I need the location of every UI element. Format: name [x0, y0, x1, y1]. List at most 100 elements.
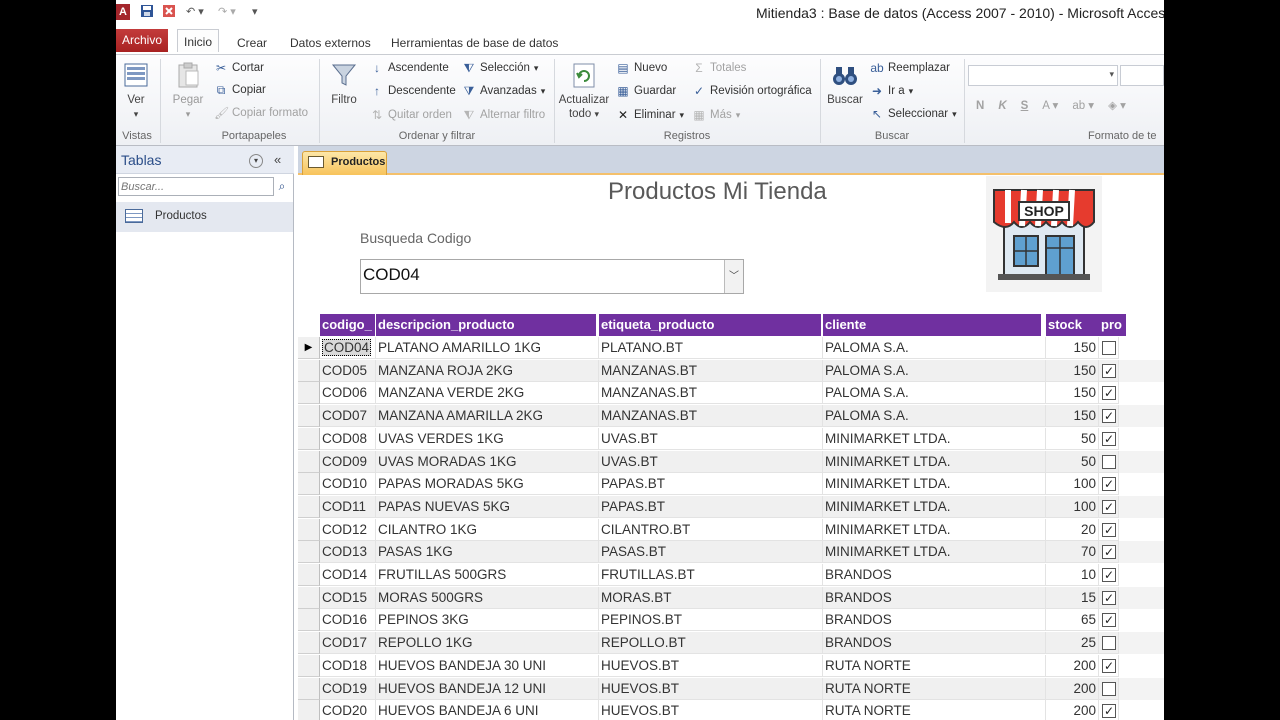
- table-row[interactable]: COD10 PAPAS MORADAS 5KG PAPAS.BT MINIMARKET…: [298, 473, 1164, 496]
- pro-checkbox[interactable]: [1102, 341, 1116, 355]
- font-family-select[interactable]: ▾: [968, 65, 1118, 86]
- cell-etiqueta[interactable]: PAPAS.BT: [599, 495, 823, 518]
- revision-button[interactable]: ✓ Revisión ortográfica: [692, 83, 812, 99]
- record-selector[interactable]: ▶: [298, 337, 320, 359]
- header-descripcion[interactable]: descripcion_producto: [376, 314, 596, 336]
- copiar-button[interactable]: ⧉ Copiar: [214, 82, 266, 98]
- table-row[interactable]: COD09 UVAS MORADAS 1KG UVAS.BT MINIMARKET L…: [298, 450, 1164, 474]
- cell-descripcion[interactable]: MANZANA ROJA 2KG: [376, 359, 599, 382]
- cell-cliente[interactable]: RUTA NORTE: [823, 677, 1046, 700]
- table-row[interactable]: COD15 MORAS 500GRS MORAS.BT BRANDOS 15 ✓: [298, 586, 1164, 610]
- save-icon[interactable]: [140, 4, 154, 20]
- tab-inicio[interactable]: Inicio: [177, 29, 220, 52]
- fill-color-icon[interactable]: ◈ ▾: [1108, 98, 1126, 114]
- close-database-icon[interactable]: [162, 4, 176, 20]
- pro-checkbox[interactable]: [1102, 636, 1116, 651]
- cell-codigo[interactable]: COD07: [320, 405, 376, 428]
- pro-checkbox[interactable]: ✓: [1102, 590, 1116, 605]
- cell-descripcion[interactable]: HUEVOS BANDEJA 6 UNI: [376, 700, 599, 720]
- cell-cliente[interactable]: MINIMARKET LTDA.: [823, 495, 1046, 518]
- cell-etiqueta[interactable]: PASAS.BT: [599, 541, 823, 564]
- cell-etiqueta[interactable]: MANZANAS.BT: [599, 359, 823, 382]
- cell-codigo[interactable]: COD15: [320, 586, 376, 609]
- cell-cliente[interactable]: MINIMARKET LTDA.: [823, 541, 1046, 564]
- cell-cliente[interactable]: BRANDOS: [823, 632, 1046, 655]
- cell-cliente[interactable]: RUTA NORTE: [823, 700, 1046, 720]
- cell-etiqueta[interactable]: CILANTRO.BT: [599, 518, 823, 541]
- cell-etiqueta[interactable]: MANZANAS.BT: [599, 382, 823, 405]
- bold-icon[interactable]: N: [976, 98, 984, 114]
- italic-icon[interactable]: K: [998, 98, 1006, 114]
- cell-codigo[interactable]: COD08: [320, 427, 376, 450]
- cell-codigo[interactable]: COD17: [320, 632, 376, 655]
- table-row[interactable]: COD12 CILANTRO 1KG CILANTRO.BT MINIMARKET L…: [298, 518, 1164, 542]
- cell-cliente[interactable]: PALOMA S.A.: [823, 405, 1046, 428]
- doc-tab-productos[interactable]: Productos: [302, 151, 387, 175]
- record-selector[interactable]: [298, 541, 320, 564]
- table-row[interactable]: ▶ COD04 PLATANO AMARILLO 1KG PLATANO.BT PALO…: [298, 337, 1164, 360]
- table-row[interactable]: COD19 HUEVOS BANDEJA 12 UNI HUEVOS.BT RUTA …: [298, 677, 1164, 701]
- cell-etiqueta[interactable]: FRUTILLAS.BT: [599, 564, 823, 586]
- cell-stock[interactable]: 200: [1046, 654, 1099, 677]
- pro-checkbox[interactable]: ✓: [1102, 363, 1116, 378]
- cell-stock[interactable]: 50: [1046, 450, 1099, 473]
- cell-codigo[interactable]: COD04: [320, 337, 376, 359]
- cell-descripcion[interactable]: PASAS 1KG: [376, 541, 599, 564]
- pro-checkbox[interactable]: ✓: [1102, 499, 1116, 514]
- ir-a-button[interactable]: ➜ Ir a ▾: [870, 83, 913, 99]
- cell-etiqueta[interactable]: HUEVOS.BT: [599, 677, 823, 700]
- record-selector[interactable]: [298, 495, 320, 518]
- nav-title[interactable]: Tablas: [121, 152, 161, 168]
- cell-stock[interactable]: 150: [1046, 359, 1099, 382]
- pro-checkbox[interactable]: ✓: [1102, 431, 1116, 446]
- cell-etiqueta[interactable]: HUEVOS.BT: [599, 700, 823, 720]
- cell-descripcion[interactable]: FRUTILLAS 500GRS: [376, 564, 599, 586]
- cell-codigo[interactable]: COD18: [320, 654, 376, 677]
- cell-descripcion[interactable]: MANZANA AMARILLA 2KG: [376, 405, 599, 428]
- cell-stock[interactable]: 10: [1046, 564, 1099, 586]
- ascendente-button[interactable]: ↓ Ascendente: [370, 60, 449, 76]
- pro-checkbox[interactable]: ✓: [1102, 545, 1116, 560]
- cell-codigo[interactable]: COD19: [320, 677, 376, 700]
- cell-stock[interactable]: 70: [1046, 541, 1099, 564]
- pro-checkbox[interactable]: ✓: [1102, 522, 1116, 537]
- cell-etiqueta[interactable]: UVAS.BT: [599, 427, 823, 450]
- cell-descripcion[interactable]: MANZANA VERDE 2KG: [376, 382, 599, 405]
- cell-stock[interactable]: 100: [1046, 495, 1099, 518]
- table-row[interactable]: COD18 HUEVOS BANDEJA 30 UNI HUEVOS.BT RUTA …: [298, 654, 1164, 678]
- tab-crear[interactable]: Crear: [231, 32, 273, 54]
- cell-descripcion[interactable]: UVAS MORADAS 1KG: [376, 450, 599, 473]
- totales-button[interactable]: Σ Totales: [692, 60, 746, 76]
- cell-descripcion[interactable]: REPOLLO 1KG: [376, 632, 599, 655]
- cell-stock[interactable]: 150: [1046, 382, 1099, 405]
- record-selector[interactable]: [298, 450, 320, 473]
- cell-stock[interactable]: 50: [1046, 427, 1099, 450]
- cell-cliente[interactable]: BRANDOS: [823, 564, 1046, 586]
- cell-etiqueta[interactable]: HUEVOS.BT: [599, 654, 823, 677]
- record-selector[interactable]: [298, 632, 320, 655]
- cell-cliente[interactable]: PALOMA S.A.: [823, 359, 1046, 382]
- actualizar-todo-button[interactable]: Actualizar todo ▾: [558, 61, 610, 121]
- table-row[interactable]: COD13 PASAS 1KG PASAS.BT MINIMARKET LTDA. 70…: [298, 541, 1164, 564]
- pro-checkbox[interactable]: ✓: [1102, 568, 1116, 582]
- pro-checkbox[interactable]: [1102, 454, 1116, 469]
- collapse-pane-icon[interactable]: «: [274, 152, 281, 167]
- font-size-select[interactable]: [1120, 65, 1164, 86]
- cell-etiqueta[interactable]: PEPINOS.BT: [599, 609, 823, 632]
- cell-stock[interactable]: 65: [1046, 609, 1099, 632]
- cell-cliente[interactable]: RUTA NORTE: [823, 654, 1046, 677]
- table-row[interactable]: COD11 PAPAS NUEVAS 5KG PAPAS.BT MINIMARKET …: [298, 495, 1164, 519]
- cell-stock[interactable]: 150: [1046, 405, 1099, 428]
- pro-checkbox[interactable]: ✓: [1102, 409, 1116, 424]
- pro-checkbox[interactable]: ✓: [1102, 704, 1116, 719]
- record-selector[interactable]: [298, 473, 320, 496]
- tab-archivo[interactable]: Archivo: [116, 29, 168, 52]
- ver-button[interactable]: Ver ▾: [118, 61, 154, 121]
- tab-herramientas[interactable]: Herramientas de base de datos: [385, 32, 564, 54]
- cell-codigo[interactable]: COD10: [320, 473, 376, 496]
- record-selector[interactable]: [298, 609, 320, 632]
- pro-checkbox[interactable]: ✓: [1102, 658, 1116, 673]
- cell-codigo[interactable]: COD13: [320, 541, 376, 564]
- header-cliente[interactable]: cliente: [823, 314, 1041, 336]
- copiar-formato-button[interactable]: 🖌 Copiar formato: [214, 105, 308, 121]
